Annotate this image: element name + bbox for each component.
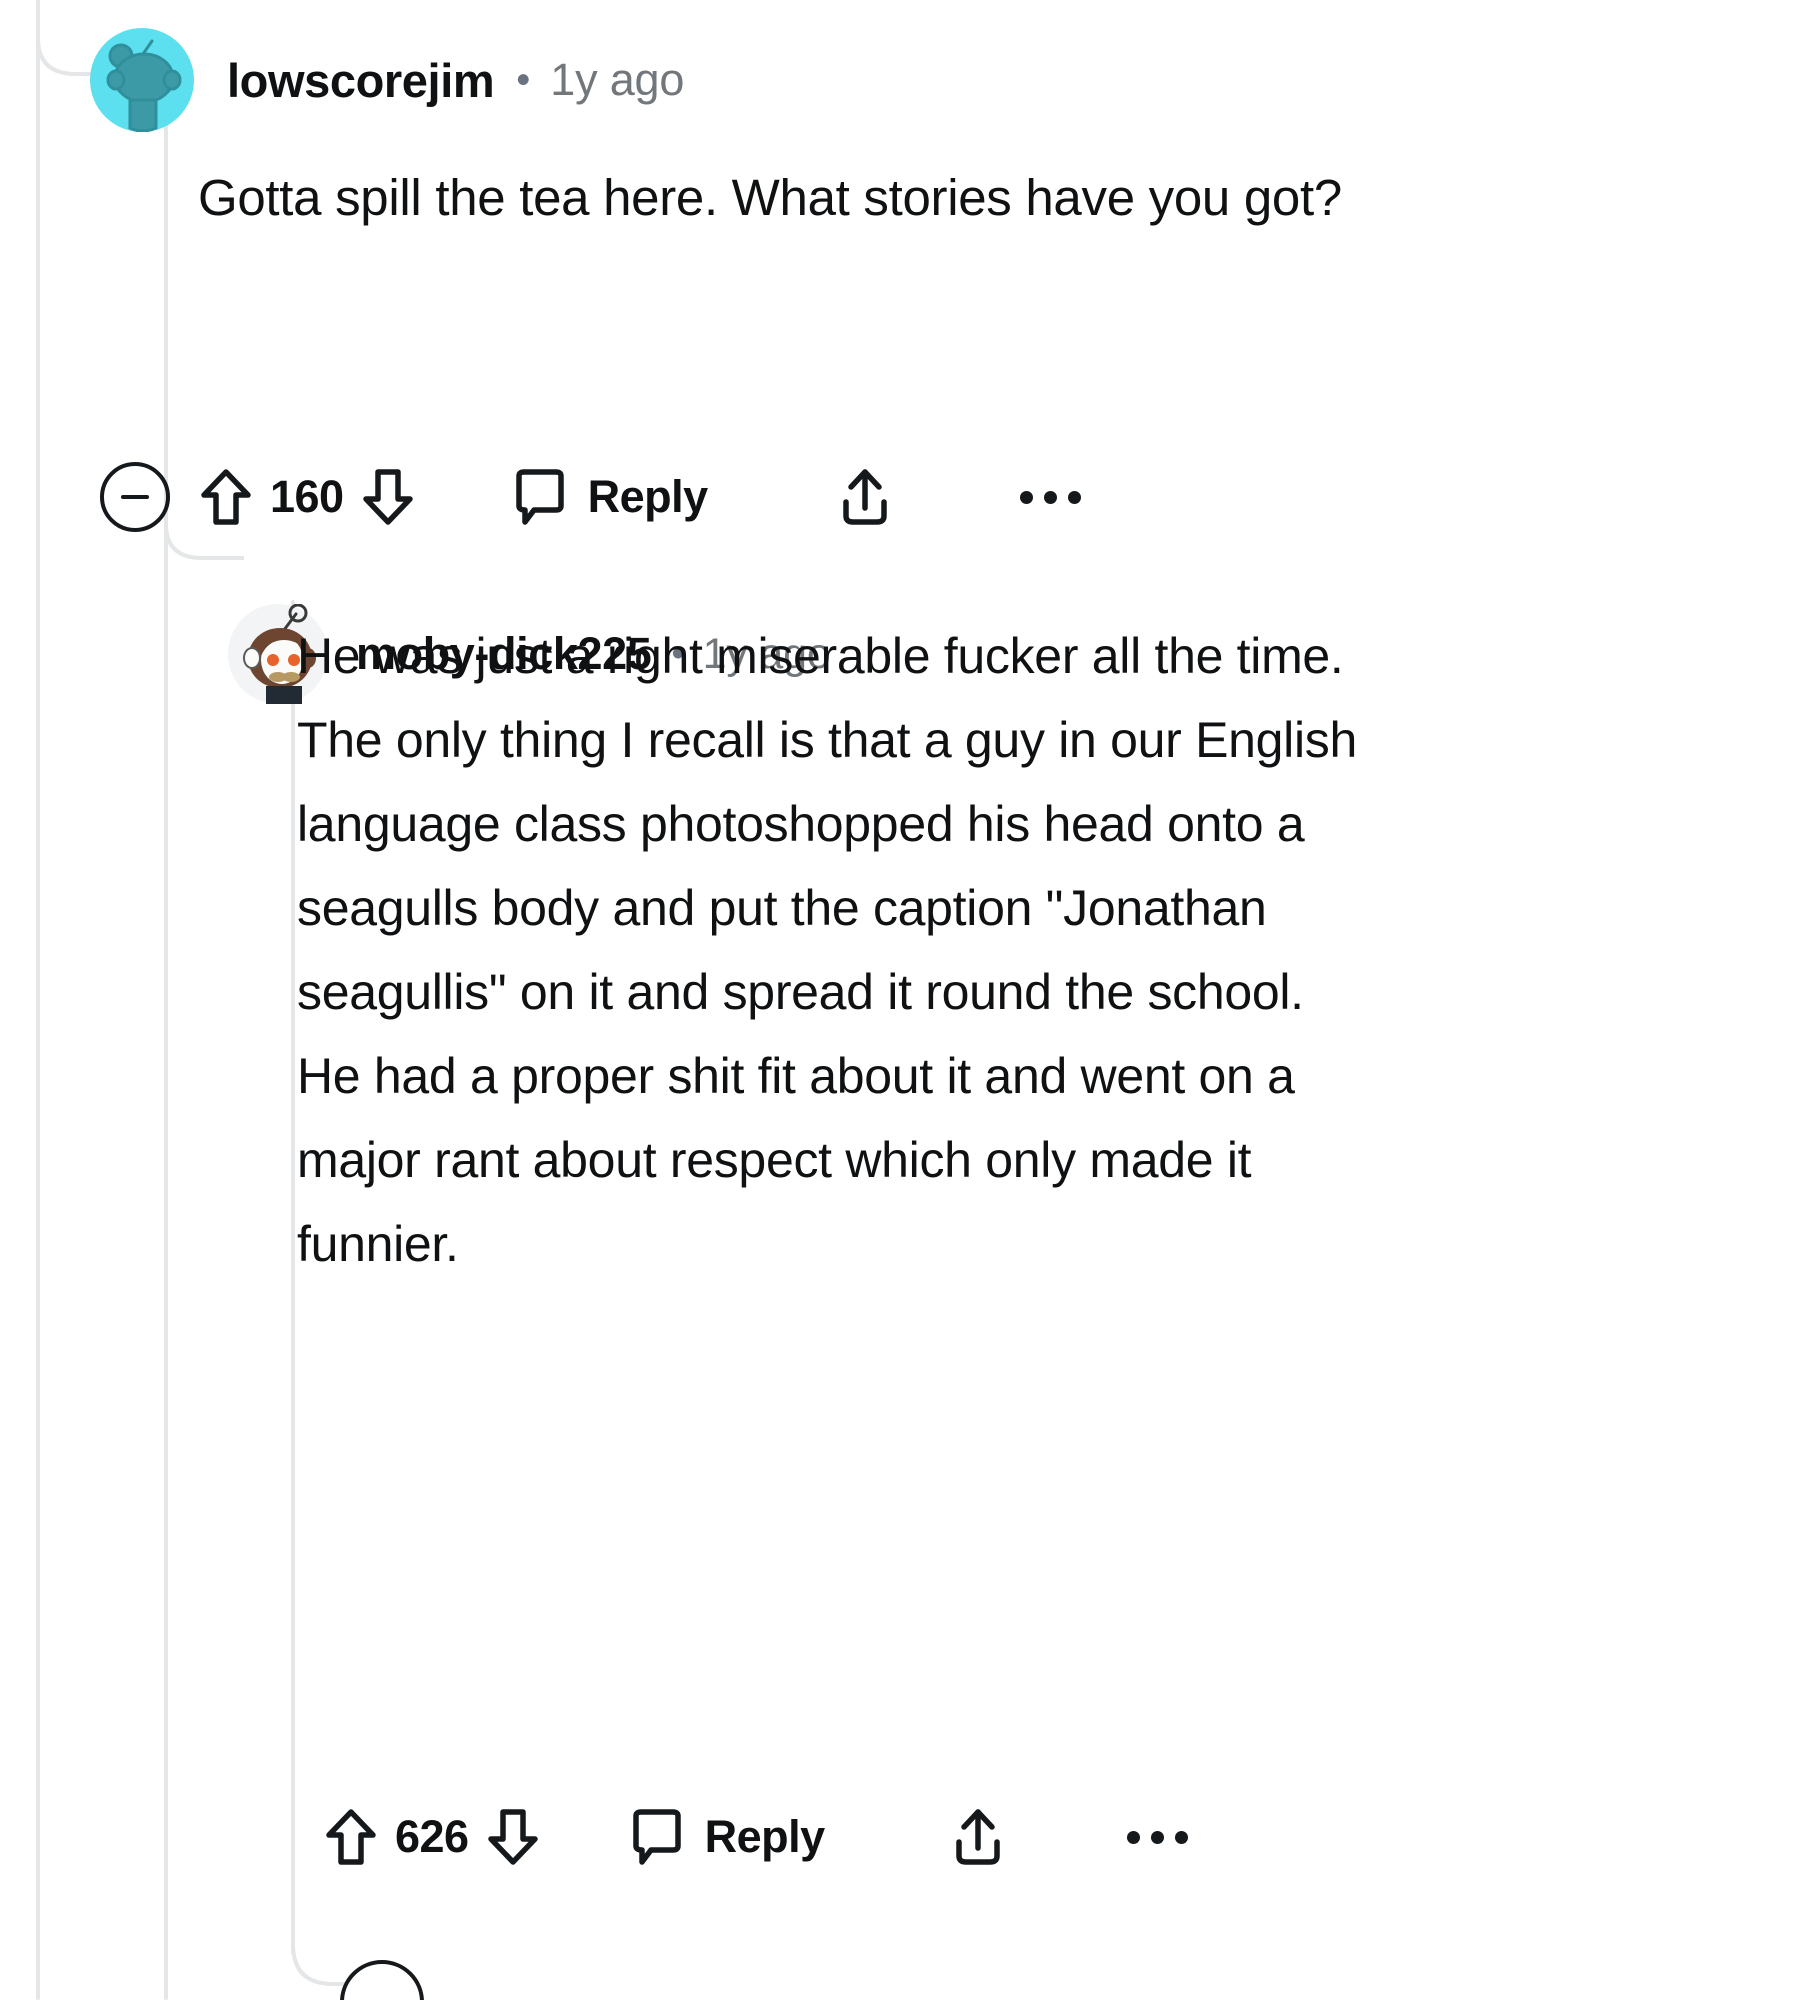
timestamp: 1y ago [550,54,685,105]
downvote-button[interactable] [362,467,414,527]
upvote-arrow-icon [201,469,251,525]
comment-bubble-icon [515,469,564,525]
more-options-button[interactable] [1126,1830,1188,1844]
share-button[interactable] [951,1806,1005,1868]
username[interactable]: lowscorejim [227,53,495,108]
reddit-comment-thread: lowscorejim • 1y ago Gotta spill the tea… [0,0,1816,2000]
comment-body: He was just a right miserable fucker all… [297,628,1357,1272]
downvote-button[interactable] [487,1807,539,1867]
share-icon [955,1809,1000,1865]
thread-line-root [36,0,40,2000]
reply-button[interactable]: Reply [512,468,708,526]
reply-label: Reply [587,471,709,522]
more-options-button[interactable] [1019,490,1081,504]
overflow-dots-icon [1126,1830,1188,1844]
collapse-thread-button[interactable] [100,462,170,532]
vote-score: 160 [270,471,344,522]
thread-line-level-1 [164,122,168,2000]
comment-action-bar: 160 Reply [100,462,1081,532]
thread-line-level-2 [291,600,295,1955]
avatar[interactable] [90,28,194,133]
vote-group: 626 [325,1807,539,1867]
overflow-dots-icon [1019,490,1081,504]
downvote-arrow-icon [362,469,413,525]
vote-score: 626 [395,1811,469,1862]
reply-button[interactable]: Reply [629,1808,825,1866]
comment-header: lowscorejim • 1y ago [90,28,685,133]
vote-group: 160 [200,467,414,527]
upvote-button[interactable] [200,467,252,527]
reply-label: Reply [704,1811,826,1862]
minus-circle-icon [121,495,149,499]
meta-separator: • [516,57,531,102]
share-icon [842,469,887,525]
downvote-arrow-icon [487,1809,538,1865]
share-button[interactable] [838,466,892,528]
comment-action-bar: 626 Reply [325,1806,1188,1868]
avatar-placeholder-icon[interactable] [340,1960,424,2000]
snoo-avatar-icon [90,28,194,133]
comment-body: Gotta spill the tea here. What stories h… [198,169,1342,226]
next-comment-partial [340,1960,450,2000]
upvote-arrow-icon [326,1809,376,1865]
comment-bubble-icon [632,1809,681,1865]
upvote-button[interactable] [325,1807,377,1867]
